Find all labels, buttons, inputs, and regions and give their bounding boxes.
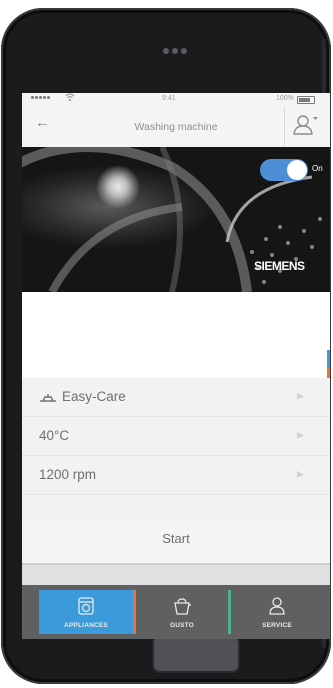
tab-appliances-label: APPLIANCES <box>64 622 108 629</box>
chevron-right-icon: ▸ <box>297 426 305 442</box>
appliance-icon <box>78 597 94 615</box>
start-button[interactable]: Start <box>22 531 330 546</box>
temperature-row[interactable]: 40°C ▸ <box>22 417 330 456</box>
status-bar: 9:41 100% <box>22 93 330 107</box>
content-spacer <box>22 292 330 378</box>
shirt-care-icon <box>40 394 56 402</box>
cooking-icon <box>174 598 191 615</box>
signal-icon <box>31 96 50 99</box>
bottom-spacer <box>22 565 330 585</box>
blue-marker <box>327 350 330 368</box>
tab-appliances[interactable]: APPLIANCES <box>39 590 133 634</box>
temperature-label: 40°C <box>39 428 70 443</box>
status-time: 9:41 <box>162 95 176 102</box>
service-person-icon <box>269 597 285 615</box>
start-section: Start <box>22 521 330 565</box>
battery-icon <box>297 96 315 104</box>
toggle-knob <box>287 160 307 180</box>
tab-gusto[interactable]: GUSTO <box>136 590 228 634</box>
program-row[interactable]: Easy-Care ▸ <box>22 378 330 417</box>
spin-speed-row[interactable]: 1200 rpm ▸ <box>22 456 330 495</box>
app-screen: 9:41 100% ← Washing machine On SIEMENS E… <box>22 93 330 639</box>
chevron-right-icon: ▸ <box>297 387 305 403</box>
phone-frame: 9:41 100% ← Washing machine On SIEMENS E… <box>1 8 331 684</box>
power-toggle-label: On <box>312 164 323 173</box>
spin-speed-label: 1200 rpm <box>39 467 97 482</box>
program-settings-list: Easy-Care ▸ 40°C ▸ 1200 rpm ▸ <box>22 378 330 521</box>
nav-header: ← Washing machine <box>22 107 330 147</box>
program-label: Easy-Care <box>62 389 126 404</box>
brand-logo: SIEMENS <box>254 259 305 273</box>
wifi-icon <box>65 93 75 104</box>
chevron-right-icon: ▸ <box>297 465 305 481</box>
home-button[interactable] <box>152 635 240 673</box>
power-toggle[interactable] <box>260 159 308 181</box>
tab-gusto-label: GUSTO <box>170 622 194 629</box>
tab-service[interactable]: SERVICE <box>231 590 323 634</box>
tab-service-label: SERVICE <box>262 622 292 629</box>
battery-percent: 100% <box>276 95 294 102</box>
appliance-hero-image: On SIEMENS <box>22 147 330 292</box>
bottom-tab-bar: APPLIANCES GUSTO SERVICE <box>22 585 330 639</box>
user-profile-icon <box>293 115 318 135</box>
profile-button[interactable] <box>284 107 325 147</box>
